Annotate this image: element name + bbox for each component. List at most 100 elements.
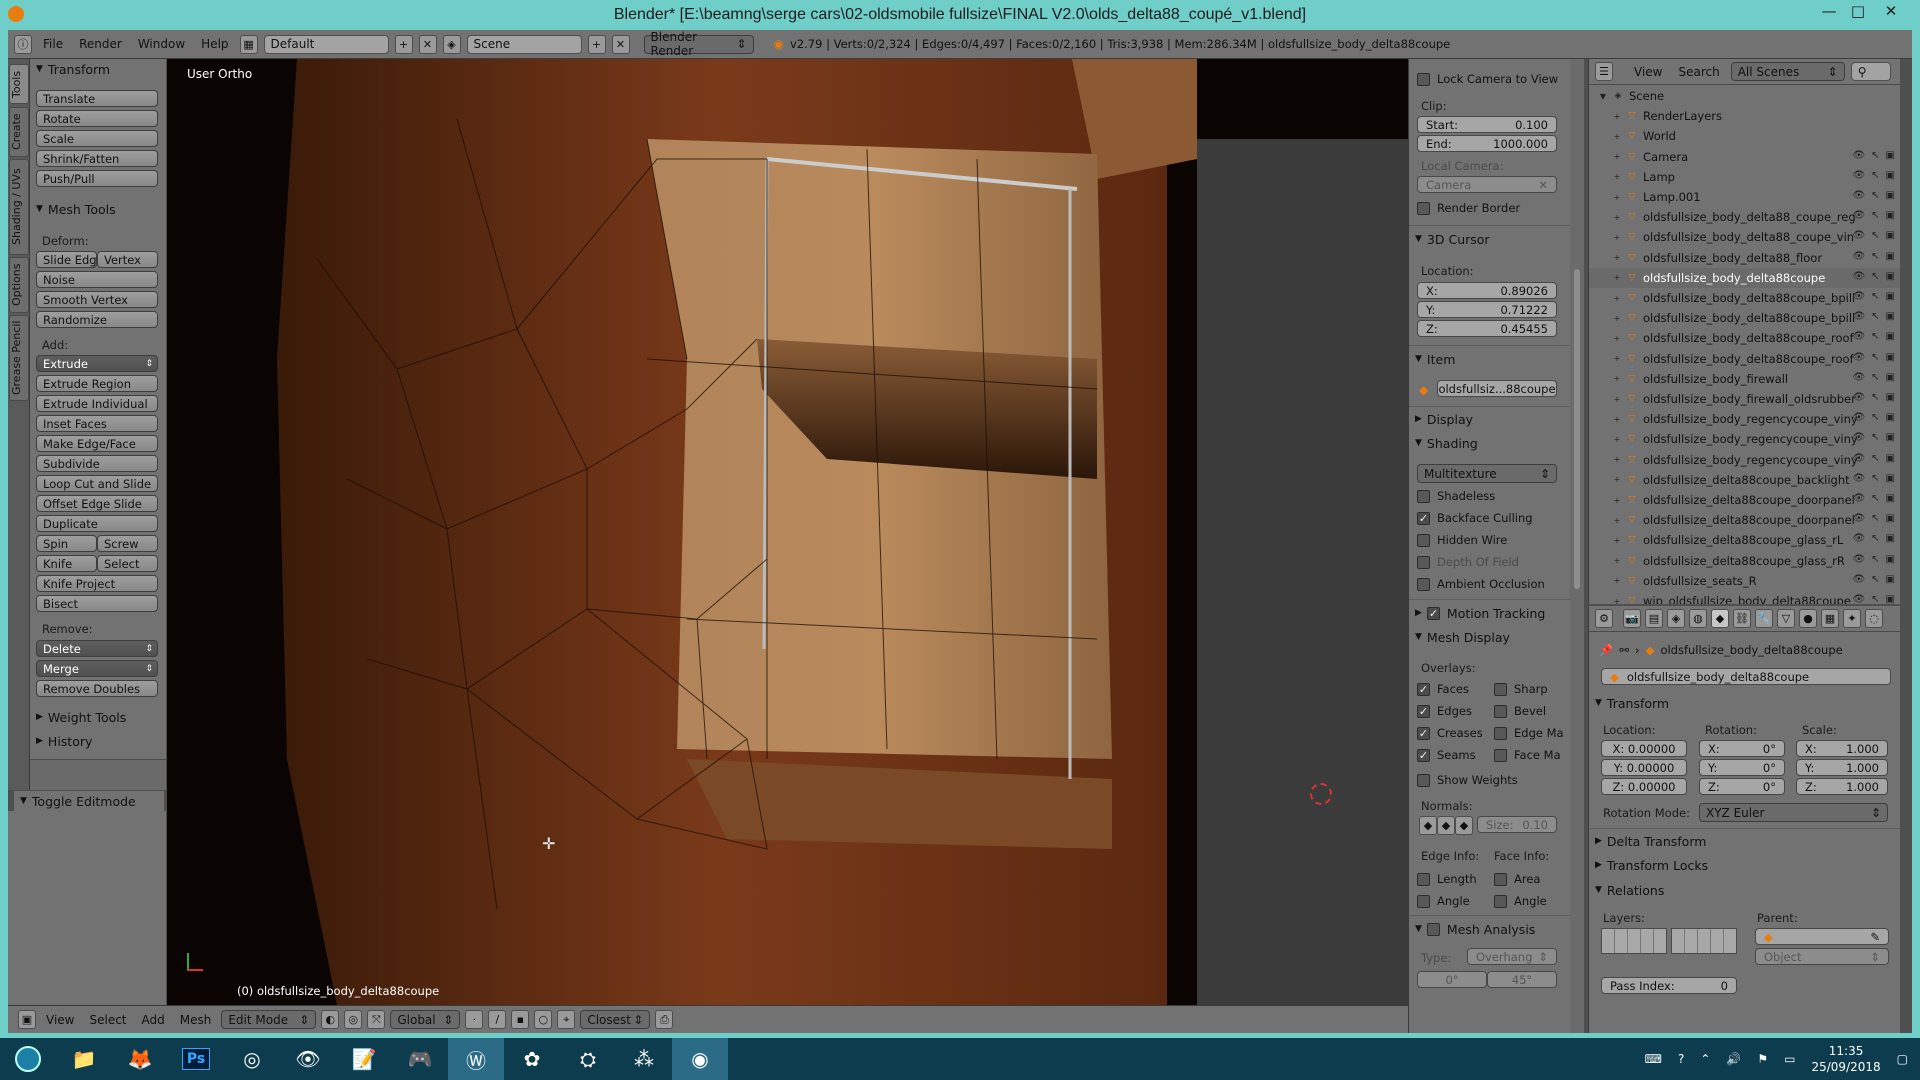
expand-plus-icon[interactable]: + (1611, 314, 1623, 323)
panel-mesh-analysis-header[interactable]: ▼ Mesh Analysis (1409, 919, 1535, 939)
normals-size-field[interactable]: Size: 0.10 (1477, 816, 1557, 833)
sharp-row[interactable]: Sharp (1494, 680, 1548, 698)
outliner-row[interactable]: + ▽ oldsfullsize_body_regencycoupe_viny 👁 ↖ ▣ (1589, 409, 1900, 429)
lock-camera-row[interactable]: Lock Camera to View (1417, 70, 1558, 88)
merge-dropdown[interactable]: Merge ⇕ (36, 660, 158, 677)
object-tab-icon[interactable]: ◆ (1711, 609, 1729, 628)
seams-row[interactable]: ✓ Seams (1417, 746, 1476, 764)
orientation-select[interactable]: Global ⇕ (390, 1010, 461, 1029)
length-checkbox[interactable] (1417, 872, 1430, 886)
clip-end-field[interactable]: End: 1000.000 (1417, 135, 1557, 152)
camera-render-icon[interactable]: ▣ (1886, 432, 1895, 443)
camera-render-icon[interactable]: ▣ (1886, 210, 1895, 221)
data-tab-icon[interactable]: ▽ (1777, 609, 1795, 628)
outliner-filter-select[interactable]: All Scenes ⇕ (1730, 62, 1845, 81)
expand-plus-icon[interactable]: + (1611, 576, 1623, 585)
eye-icon[interactable]: 👁 (1852, 372, 1865, 383)
cursor-icon[interactable]: ↖ (1871, 513, 1879, 524)
translate-button[interactable]: Translate (36, 90, 158, 107)
bisect-button[interactable]: Bisect (36, 595, 158, 612)
expand-plus-icon[interactable]: + (1611, 213, 1623, 222)
eye-icon[interactable]: 👁 (1852, 150, 1865, 161)
face-normals-icon[interactable]: ◆ (1455, 816, 1473, 835)
outliner-view-menu[interactable]: View (1629, 65, 1667, 79)
edge-angle-row[interactable]: Angle (1417, 892, 1470, 910)
constraints-tab-icon[interactable]: ⛓ (1733, 609, 1751, 628)
scale-button[interactable]: Scale (36, 130, 158, 147)
panel-3d-cursor-header[interactable]: ▼ 3D Cursor (1409, 229, 1490, 249)
layout-add-icon[interactable]: + (394, 34, 413, 54)
camera-render-icon[interactable]: ▣ (1886, 372, 1895, 383)
cursor-icon[interactable]: ↖ (1871, 473, 1879, 484)
menu-mesh[interactable]: Mesh (175, 1013, 217, 1027)
physics-tab-icon[interactable]: ◌ (1865, 609, 1883, 628)
backface-culling-row[interactable]: ✓ Backface Culling (1417, 509, 1533, 527)
outliner-row[interactable]: + ▽ oldsfullsize_seats_R 👁 ↖ ▣ (1589, 571, 1900, 591)
panel-item-header[interactable]: ▼ Item (1409, 349, 1455, 369)
mesh-analysis-checkbox[interactable] (1426, 922, 1440, 936)
expand-plus-icon[interactable]: + (1611, 334, 1623, 343)
screw-button[interactable]: Screw (97, 535, 158, 552)
motion-tracking-checkbox[interactable]: ✓ (1426, 606, 1440, 620)
help-icon[interactable]: ? (1678, 1052, 1684, 1066)
cursor-icon[interactable]: ↖ (1871, 352, 1879, 363)
layout-grid-icon[interactable]: ▦ (239, 34, 258, 54)
creases-checkbox[interactable]: ✓ (1417, 726, 1430, 740)
particles-tab-icon[interactable]: ✦ (1843, 609, 1861, 628)
layout-field[interactable]: Default (263, 34, 389, 54)
camera-render-icon[interactable]: ▣ (1886, 150, 1895, 161)
creases-row[interactable]: ✓ Creases (1417, 724, 1483, 742)
parent-type-select[interactable]: Object ⇕ (1755, 948, 1889, 965)
eye-icon[interactable]: 👁 (1852, 533, 1865, 544)
camera-render-icon[interactable]: ▣ (1886, 412, 1895, 423)
shadeless-row[interactable]: Shadeless (1417, 487, 1495, 505)
expand-plus-icon[interactable]: + (1611, 132, 1623, 141)
outliner-row[interactable]: + ▽ oldsfullsize_delta88coupe_backlight 👁 ↖ ▣ (1589, 470, 1900, 490)
camera-render-icon[interactable]: ▣ (1886, 291, 1895, 302)
cursor-icon[interactable]: ↖ (1871, 453, 1879, 464)
camera-render-icon[interactable]: ▣ (1886, 574, 1895, 585)
outliner-row[interactable]: + ▽ oldsfullsize_body_delta88coupe_bpill 👁 ↖… (1589, 308, 1900, 328)
cursor-x-field[interactable]: X: 0.89026 (1417, 282, 1557, 299)
outliner-row[interactable]: + ▽ oldsfullsize_body_delta88_coupe_reg 👁 ↖ ▣ (1589, 207, 1900, 227)
cursor-icon[interactable]: ↖ (1871, 150, 1879, 161)
smooth-vertex-button[interactable]: Smooth Vertex (36, 291, 158, 308)
eye-icon[interactable]: 👁 (1852, 352, 1865, 363)
eye-icon[interactable]: 👁 (1852, 271, 1865, 282)
expand-plus-icon[interactable]: + (1611, 354, 1623, 363)
expand-plus-icon[interactable]: + (1611, 435, 1623, 444)
ambient-occlusion-row[interactable]: Ambient Occlusion (1417, 575, 1545, 593)
panel-mesh-display-header[interactable]: ▼ Mesh Display (1409, 627, 1510, 647)
outliner-row[interactable]: + ▽ oldsfullsize_delta88coupe_doorpanel 👁 ↖ ▣ (1589, 510, 1900, 530)
ambient-occlusion-checkbox[interactable] (1417, 577, 1430, 591)
outliner-row[interactable]: + ▽ oldsfullsize_delta88coupe_glass_rR 👁 ↖ ▣ (1589, 551, 1900, 571)
panel-history-header[interactable]: ▶ History (30, 731, 92, 751)
delete-dropdown[interactable]: Delete ⇕ (36, 640, 158, 657)
pass-index-field[interactable]: Pass Index: 0 (1601, 977, 1737, 994)
panel-relations-header[interactable]: ▼ Relations (1589, 880, 1664, 900)
eye-icon[interactable]: 👁 (1852, 412, 1865, 423)
spin-button[interactable]: Spin (36, 535, 97, 552)
app-red-icon[interactable]: ✿ (504, 1038, 560, 1080)
expand-plus-icon[interactable]: + (1611, 253, 1623, 262)
network-icon[interactable]: ▭ (1784, 1052, 1795, 1066)
close-button[interactable]: ✕ (1880, 2, 1902, 22)
outliner-row[interactable]: + ▽ Lamp.001 👁 ↖ ▣ (1589, 187, 1900, 207)
cursor-icon[interactable]: ↖ (1871, 594, 1879, 604)
outliner-search-input[interactable]: ⚲ (1850, 62, 1891, 81)
sharp-checkbox[interactable] (1494, 682, 1507, 696)
camera-render-icon[interactable]: ▣ (1886, 513, 1895, 524)
menu-render[interactable]: Render (74, 37, 127, 51)
eye-icon[interactable]: 👁 (1852, 574, 1865, 585)
eye-icon[interactable]: 👁 (1852, 554, 1865, 565)
face-marks-checkbox[interactable] (1494, 748, 1507, 762)
vertex-slide-button[interactable]: Vertex (97, 251, 158, 268)
pivot-icon[interactable]: ◎ (344, 1010, 363, 1029)
camera-render-icon[interactable]: ▣ (1886, 311, 1895, 322)
camera-render-icon[interactable]: ▣ (1886, 493, 1895, 504)
duplicate-button[interactable]: Duplicate (36, 515, 158, 532)
expand-plus-icon[interactable]: + (1611, 294, 1623, 303)
analysis-type-select[interactable]: Overhang ⇕ (1467, 948, 1557, 965)
tab-grease-pencil[interactable]: Grease Pencil (9, 315, 29, 401)
panel-transform-header[interactable]: ▼ Transform (30, 59, 110, 79)
